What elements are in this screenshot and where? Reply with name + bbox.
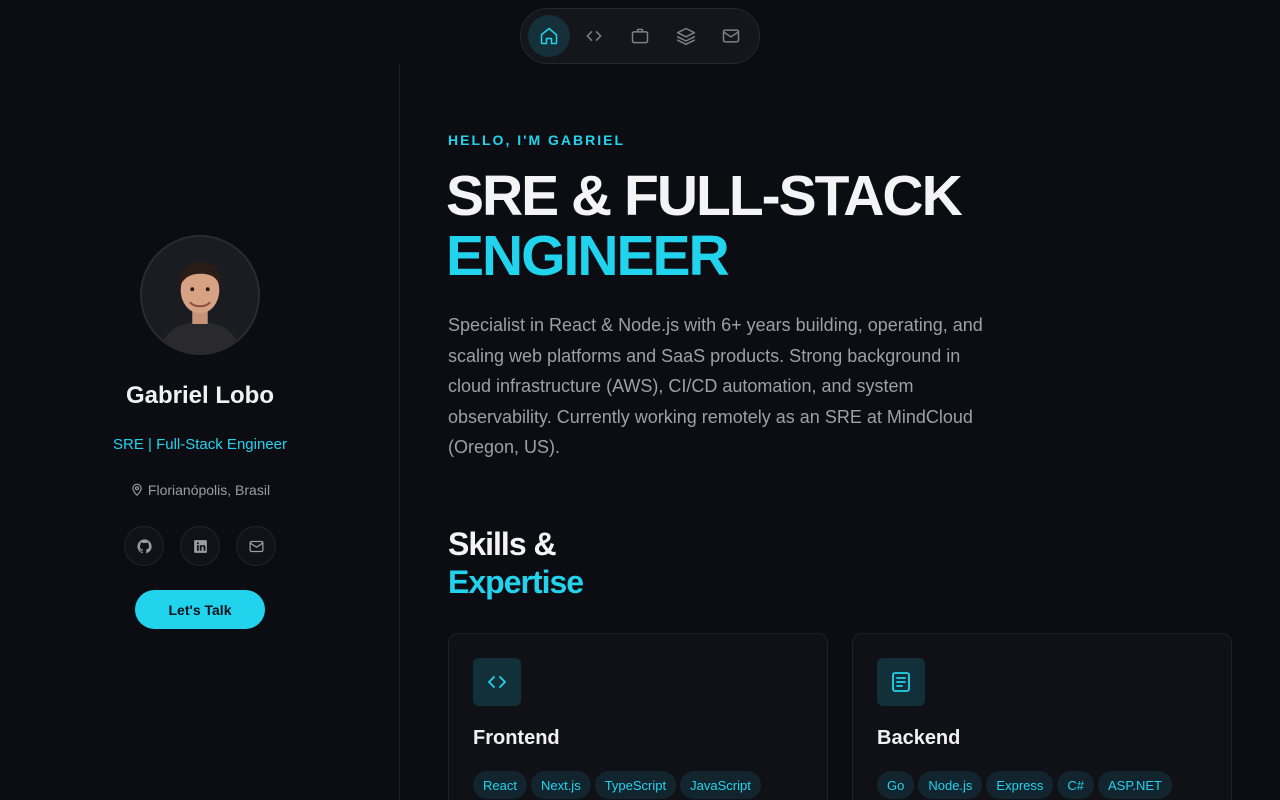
skill-tag: React bbox=[473, 771, 527, 799]
hero-title-line1: SRE & FULL-STACK bbox=[446, 164, 963, 228]
frontend-card-icon bbox=[473, 658, 521, 706]
location-text: Florianópolis, Brasil bbox=[147, 482, 271, 498]
avatar-portrait bbox=[142, 237, 258, 353]
top-nav bbox=[520, 8, 760, 64]
layers-icon bbox=[676, 27, 695, 46]
avatar bbox=[140, 235, 260, 355]
briefcase-icon bbox=[631, 28, 649, 44]
skill-tag: Go bbox=[877, 771, 915, 799]
email-button[interactable] bbox=[236, 526, 276, 566]
skill-tag: ASP.NET bbox=[1098, 771, 1172, 799]
github-button[interactable] bbox=[124, 526, 164, 566]
document-icon bbox=[892, 672, 910, 692]
skill-card-backend: Backend Go Node.js Express C# ASP.NET bbox=[852, 633, 1232, 800]
nav-home-button[interactable] bbox=[528, 15, 570, 57]
hero-title-line2: ENGINEER bbox=[446, 224, 730, 288]
skill-tag: Node.js bbox=[918, 771, 983, 799]
code-icon bbox=[586, 31, 602, 41]
linkedin-icon bbox=[193, 539, 207, 553]
skills-title-line1: Skills & bbox=[448, 526, 557, 562]
tag-list: React Next.js TypeScript JavaScript bbox=[473, 771, 761, 799]
skill-tag: C# bbox=[1057, 771, 1095, 799]
card-title: Backend bbox=[877, 727, 961, 749]
hero-title: SRE & FULL-STACK ENGINEER bbox=[446, 164, 963, 288]
hero-description: Specialist in React & Node.js with 6+ ye… bbox=[448, 315, 983, 457]
skill-tag: Express bbox=[986, 771, 1054, 799]
home-icon bbox=[540, 27, 558, 45]
profile-location: Florianópolis, Brasil bbox=[0, 482, 400, 498]
nav-code-button[interactable] bbox=[574, 15, 616, 57]
card-title: Frontend bbox=[473, 727, 560, 749]
nav-stack-button[interactable] bbox=[665, 15, 707, 57]
skill-tag: TypeScript bbox=[594, 771, 677, 799]
code-icon bbox=[488, 676, 506, 688]
skill-tag: Next.js bbox=[530, 771, 591, 799]
nav-contact-button[interactable] bbox=[710, 15, 752, 57]
hero-greeting: HELLO, I'M GABRIEL bbox=[448, 132, 625, 148]
nav-work-button[interactable] bbox=[619, 15, 661, 57]
profile-name: Gabriel Lobo bbox=[125, 382, 274, 409]
skills-title-line2: Expertise bbox=[448, 564, 584, 600]
skill-tag: JavaScript bbox=[680, 771, 761, 799]
github-icon bbox=[136, 538, 152, 553]
mail-icon bbox=[248, 540, 264, 552]
linkedin-button[interactable] bbox=[180, 526, 220, 566]
tag-list: Go Node.js Express C# ASP.NET bbox=[877, 771, 1172, 799]
profile-role: SRE | Full-Stack Engineer bbox=[113, 436, 287, 453]
social-links bbox=[124, 526, 276, 566]
profile-sidebar: Gabriel Lobo SRE | Full-Stack Engineer F… bbox=[0, 64, 400, 800]
skill-card-frontend: Frontend React Next.js TypeScript JavaSc… bbox=[448, 633, 828, 800]
skills-title: Skills & Expertise bbox=[448, 525, 584, 601]
mail-icon bbox=[722, 29, 740, 43]
map-pin-icon bbox=[132, 483, 142, 496]
lets-talk-button[interactable]: Let's Talk bbox=[135, 590, 265, 629]
backend-card-icon bbox=[877, 658, 925, 706]
